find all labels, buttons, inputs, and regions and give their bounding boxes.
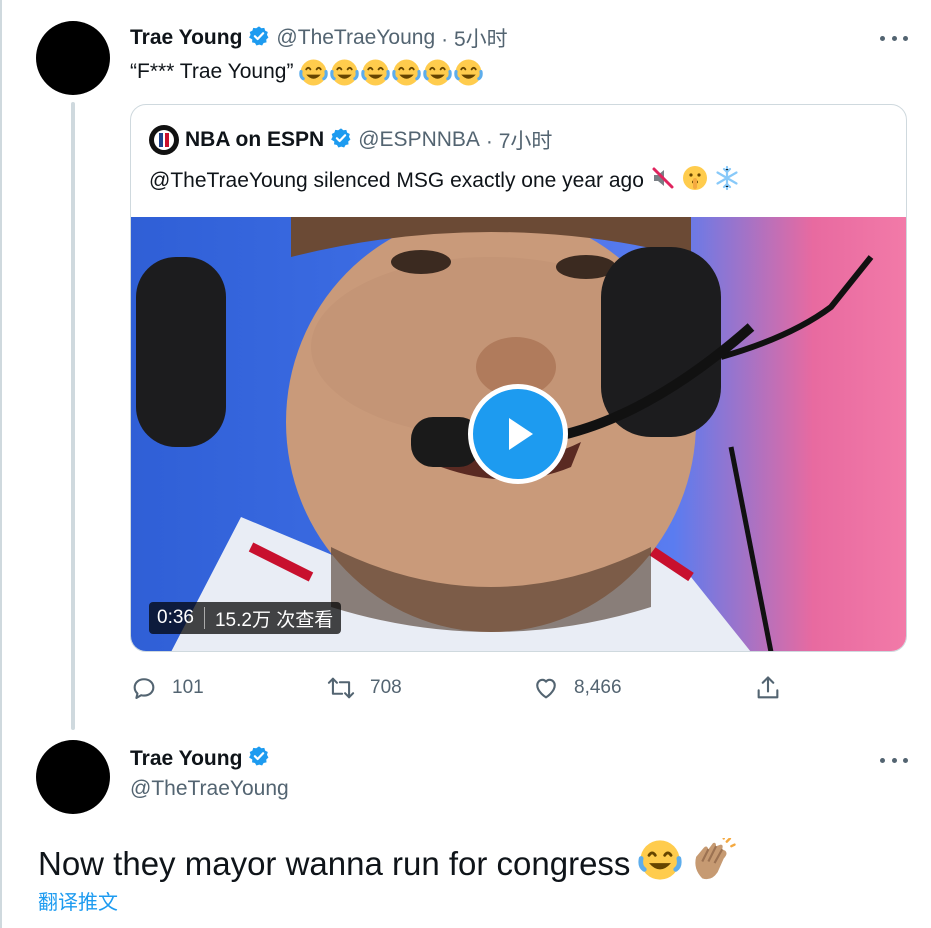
face-with-tears-of-joy-icon: [638, 838, 683, 890]
tweet-text: Now they mayor wanna run for congress: [38, 835, 737, 890]
video-info-overlay: 0:36 15.2万 次查看: [149, 602, 342, 634]
face-with-tears-of-joy-icon: [423, 58, 453, 86]
reply-button[interactable]: 101: [130, 674, 204, 702]
espn-logo-icon: [149, 125, 179, 155]
shushing-face-icon: [682, 165, 708, 197]
play-button[interactable]: [468, 384, 568, 484]
retweet-icon: [327, 677, 355, 699]
more-options-icon[interactable]: [880, 33, 908, 43]
retweet-button[interactable]: 708: [326, 674, 402, 702]
more-options-icon[interactable]: [880, 755, 908, 765]
author-name[interactable]: Trae Young: [130, 26, 242, 50]
face-with-tears-of-joy-icon: [330, 58, 360, 86]
tweet-body: Now they mayor wanna run for congress: [38, 845, 631, 882]
tweet-text: “F*** Trae Young”: [130, 58, 484, 86]
like-count: 8,466: [574, 677, 622, 698]
face-with-tears-of-joy-icon: [454, 58, 484, 86]
quoted-author-handle[interactable]: @ESPNNBA: [358, 128, 480, 152]
tweet-header: Trae Young @TheTraeYoung · 5小时: [130, 23, 508, 53]
face-with-tears-of-joy-icon: [392, 58, 422, 86]
tweet-action-bar: 101 708 8,466: [130, 674, 790, 704]
quoted-tweet-header: NBA on ESPN @ESPNNBA · 7小时: [149, 125, 552, 155]
reply-icon: [133, 678, 155, 699]
verified-badge-icon: [248, 25, 270, 52]
play-icon: [509, 418, 533, 450]
verified-badge-icon: [248, 745, 270, 772]
retweet-count: 708: [370, 677, 402, 698]
quoted-tweet-card[interactable]: NBA on ESPN @ESPNNBA · 7小时 @TheTraeYoung…: [130, 104, 907, 652]
muted-speaker-icon: [650, 165, 676, 197]
author-handle[interactable]: @TheTraeYoung: [130, 777, 289, 801]
verified-badge-icon: [330, 127, 352, 154]
video-duration: 0:36: [157, 607, 194, 628]
face-with-tears-of-joy-icon: [361, 58, 391, 86]
author-name[interactable]: Trae Young: [130, 747, 242, 771]
face-with-tears-of-joy-icon: [299, 58, 329, 86]
heart-icon: [536, 678, 556, 699]
quoted-tweet-body: @TheTraeYoung silenced MSG exactly one y…: [149, 169, 644, 192]
page-left-border: [0, 0, 2, 928]
share-button[interactable]: [754, 674, 782, 702]
video-player[interactable]: 0:36 15.2万 次查看: [131, 217, 906, 651]
translate-tweet-link[interactable]: 翻译推文: [38, 886, 118, 915]
clapping-hands-icon: [690, 835, 737, 890]
tweet-body: “F*** Trae Young”: [130, 60, 294, 83]
quoted-tweet-timestamp[interactable]: · 7小时: [486, 125, 553, 155]
tweet-timestamp[interactable]: · 5小时: [441, 23, 508, 53]
video-views: 15.2万 次查看: [214, 609, 334, 631]
author-handle[interactable]: @TheTraeYoung: [276, 26, 435, 50]
emoji-row: [299, 58, 484, 86]
like-button[interactable]: 8,466: [532, 674, 622, 702]
tweet-header: Trae Young: [130, 745, 270, 772]
reply-count: 101: [172, 677, 204, 698]
quoted-author-name[interactable]: NBA on ESPN: [185, 128, 324, 152]
thread-line: [71, 102, 75, 730]
share-icon: [757, 676, 779, 699]
overlay-divider: [203, 607, 205, 629]
quoted-tweet-text: @TheTraeYoung silenced MSG exactly one y…: [149, 165, 740, 197]
avatar[interactable]: [36, 740, 110, 814]
snowflake-icon: [714, 165, 740, 197]
avatar[interactable]: [36, 21, 110, 95]
